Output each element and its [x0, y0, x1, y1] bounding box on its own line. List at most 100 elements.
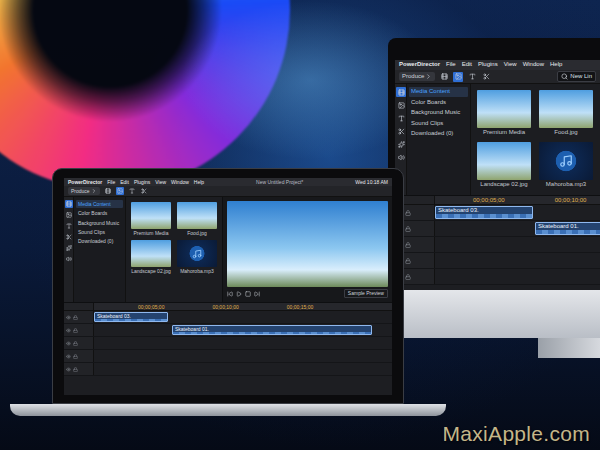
- tool-button[interactable]: [104, 187, 112, 195]
- menu-item[interactable]: Help: [194, 179, 204, 185]
- room-button[interactable]: [65, 255, 73, 263]
- preview-quality[interactable]: Sample Preview: [344, 289, 388, 298]
- menu-item[interactable]: PowerDirector: [399, 61, 440, 68]
- sidebar-item[interactable]: Downloaded (0): [409, 129, 468, 139]
- room-button[interactable]: [65, 211, 73, 219]
- stop-icon[interactable]: [245, 291, 251, 297]
- lock-icon[interactable]: [73, 328, 78, 333]
- library-sidebar: Media ContentColor BoardsBackground Musi…: [407, 84, 471, 195]
- eye-icon[interactable]: [66, 341, 71, 346]
- lock-icon[interactable]: [405, 210, 411, 216]
- lock-icon[interactable]: [405, 242, 411, 248]
- menu-item[interactable]: Window: [171, 179, 189, 185]
- play-icon[interactable]: [236, 291, 242, 297]
- menu-clock: Wed 10:18 AM: [355, 179, 388, 185]
- sidebar-item[interactable]: Sound Clips: [409, 119, 468, 129]
- menu-item[interactable]: Plugins: [134, 179, 150, 185]
- timeline-clip[interactable]: Skateboard 01.: [172, 325, 372, 335]
- lock-icon[interactable]: [405, 258, 411, 264]
- room-icon: [66, 234, 72, 240]
- menu-item[interactable]: PowerDirector: [68, 179, 102, 185]
- tool-button[interactable]: [453, 72, 463, 82]
- menu-item[interactable]: File: [446, 61, 456, 68]
- tool-button[interactable]: [467, 72, 477, 82]
- tool-button[interactable]: [481, 72, 491, 82]
- menu-item[interactable]: Help: [550, 61, 562, 68]
- tool-button[interactable]: [439, 72, 449, 82]
- produce-button[interactable]: Produce: [68, 187, 100, 195]
- media-card[interactable]: Landscape 02.jpg: [477, 142, 531, 188]
- room-button[interactable]: [65, 200, 73, 208]
- skip-back-icon[interactable]: [227, 291, 233, 297]
- menu-item[interactable]: Edit: [120, 179, 129, 185]
- timeline-track: [395, 269, 600, 285]
- tool-button[interactable]: [140, 187, 148, 195]
- lock-icon[interactable]: [405, 226, 411, 232]
- lock-icon[interactable]: [73, 354, 78, 359]
- media-card[interactable]: Premium Media: [477, 90, 531, 136]
- tool-button[interactable]: [128, 187, 136, 195]
- media-card[interactable]: Premium Media: [131, 202, 171, 236]
- track-header: [64, 311, 94, 323]
- imac-chin: [388, 290, 600, 338]
- sidebar-item[interactable]: Media Content: [409, 87, 468, 97]
- search-field[interactable]: New Lin: [557, 71, 596, 82]
- media-card[interactable]: Mahoroba.mp3: [539, 142, 593, 188]
- menu-item[interactable]: Edit: [462, 61, 472, 68]
- media-card[interactable]: Landscape 02.jpg: [131, 240, 171, 274]
- sidebar-item[interactable]: Background Music: [76, 219, 123, 227]
- room-button[interactable]: [396, 139, 406, 149]
- room-button[interactable]: [396, 126, 406, 136]
- ruler-time: 00;00;15;00: [287, 304, 313, 310]
- promo-stage: PowerDirector File Edit Plugins View Window He…: [0, 0, 600, 450]
- watermark: MaxiApple.com: [443, 422, 590, 446]
- timeline-track: [395, 253, 600, 269]
- produce-button[interactable]: Produce: [399, 72, 435, 81]
- lock-icon[interactable]: [73, 367, 78, 372]
- eye-icon[interactable]: [66, 354, 71, 359]
- sidebar-item[interactable]: Color Boards: [409, 98, 468, 108]
- menu-item[interactable]: Window: [523, 61, 544, 68]
- media-card[interactable]: Food.jpg: [539, 90, 593, 136]
- timeline-clip[interactable]: Skateboard 01.: [535, 222, 600, 235]
- ruler-corner: [64, 303, 94, 310]
- eye-icon[interactable]: [66, 328, 71, 333]
- timeline-clip[interactable]: Skateboard 03.: [435, 206, 533, 219]
- skip-forward-icon[interactable]: [254, 291, 260, 297]
- room-button[interactable]: [65, 233, 73, 241]
- eye-icon[interactable]: [66, 367, 71, 372]
- room-button[interactable]: [65, 222, 73, 230]
- lock-icon[interactable]: [73, 341, 78, 346]
- sidebar-item[interactable]: Media Content: [76, 200, 123, 208]
- workspace: Media ContentColor BoardsBackground Musi…: [395, 84, 600, 196]
- sidebar-item[interactable]: Color Boards: [76, 209, 123, 217]
- timeline-track: Skateboard 01.: [395, 221, 600, 237]
- timeline-clip[interactable]: Skateboard 03.: [94, 312, 168, 322]
- tool-button[interactable]: [116, 187, 124, 195]
- room-button[interactable]: [396, 113, 406, 123]
- room-button[interactable]: [396, 87, 406, 97]
- sidebar-item[interactable]: Background Music: [409, 108, 468, 118]
- project-title: New Untitled Project*: [209, 179, 350, 185]
- room-button[interactable]: [396, 100, 406, 110]
- room-button[interactable]: [65, 244, 73, 252]
- sidebar-item[interactable]: Sound Clips: [76, 228, 123, 236]
- media-grid: Premium Media Food.jpgLandscape 02.jpgMah…: [471, 84, 599, 195]
- menu-bar: PowerDirector File Edit Plugins View Window He…: [64, 178, 392, 186]
- menu-item[interactable]: File: [107, 179, 115, 185]
- room-icon: [66, 245, 72, 251]
- menu-item[interactable]: Plugins: [478, 61, 498, 68]
- lock-icon[interactable]: [405, 274, 411, 280]
- media-card[interactable]: Mahoroba.mp3: [177, 240, 217, 274]
- menu-item[interactable]: View: [504, 61, 517, 68]
- media-label: Premium Media: [483, 129, 525, 136]
- room-rail: [64, 197, 74, 302]
- lock-icon[interactable]: [73, 315, 78, 320]
- media-card[interactable]: Food.jpg: [177, 202, 217, 236]
- clip-label: Skateboard 03.: [95, 313, 167, 319]
- eye-icon[interactable]: [66, 315, 71, 320]
- sidebar-item[interactable]: Downloaded (0): [76, 237, 123, 245]
- editor-window: PowerDirector File Edit Plugins View Window He…: [395, 60, 600, 290]
- menu-item[interactable]: View: [155, 179, 166, 185]
- room-button[interactable]: [396, 152, 406, 162]
